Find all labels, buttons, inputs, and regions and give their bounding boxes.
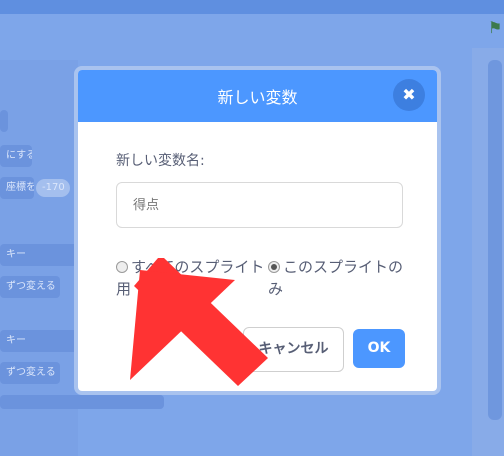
red-arrow-pointer — [130, 258, 268, 386]
palette-block: キー — [0, 244, 78, 266]
ok-button[interactable]: OK — [353, 329, 405, 368]
close-icon: ✖ — [402, 85, 416, 104]
close-button[interactable]: ✖ — [393, 79, 425, 111]
radio-this-sprite-only[interactable]: このスプライトのみ — [268, 256, 406, 300]
variable-name-label: 新しい変数名: — [116, 153, 205, 169]
dialog-header: 新しい変数 ✖ — [78, 70, 437, 122]
green-flag-icon[interactable]: ⚑ — [488, 18, 504, 37]
editor-menu-bar — [0, 0, 504, 14]
palette-block: ずつ変える — [0, 362, 60, 384]
radio-this-sprite-label: このスプライトのみ — [268, 258, 404, 298]
palette-block: ずつ変える — [0, 276, 60, 298]
workspace-scrollbar[interactable] — [488, 60, 502, 420]
palette-block — [0, 110, 8, 132]
palette-block-value: -170 — [36, 179, 70, 197]
palette-block: 座標を — [0, 177, 34, 199]
palette-block: キー — [0, 330, 78, 352]
palette-block — [0, 395, 164, 409]
dialog-title: 新しい変数 — [217, 88, 298, 107]
palette-block: にする — [0, 145, 32, 167]
variable-name-input[interactable] — [116, 182, 403, 228]
